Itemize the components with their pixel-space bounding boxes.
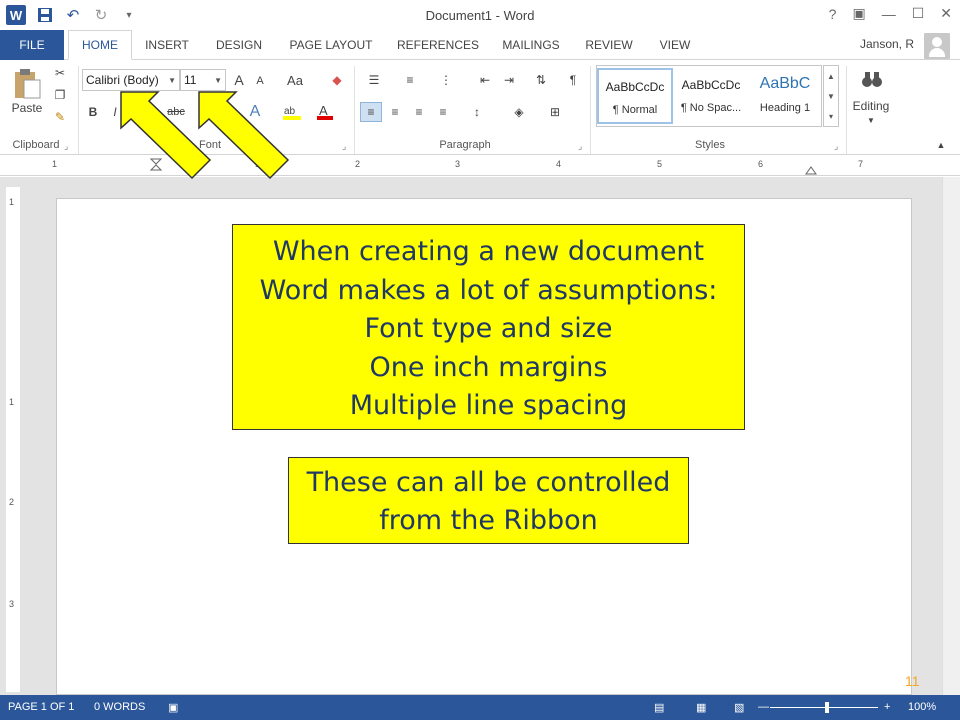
web-layout-icon[interactable]: ▧: [734, 701, 744, 714]
zoom-slider[interactable]: [770, 707, 878, 708]
word-count[interactable]: 0 WORDS: [94, 701, 145, 713]
zoom-out-icon[interactable]: —: [758, 701, 769, 713]
read-mode-icon[interactable]: ▤: [654, 701, 664, 714]
zoom-in-icon[interactable]: +: [884, 701, 890, 713]
arrow-to-font-name-icon: [120, 91, 212, 180]
print-layout-icon[interactable]: ▦: [696, 701, 706, 714]
arrow-to-font-size-icon: [198, 91, 290, 180]
status-bar: PAGE 1 OF 1 0 WORDS ▣ ▤ ▦ ▧ — + 100%: [0, 695, 960, 720]
annotation-arrows: [120, 91, 290, 180]
slide-number: 11: [905, 673, 920, 689]
zoom-level[interactable]: 100%: [908, 701, 936, 713]
page-count[interactable]: PAGE 1 OF 1: [8, 701, 74, 713]
zoom-slider-thumb[interactable]: [825, 702, 829, 713]
proofing-icon[interactable]: ▣: [168, 701, 178, 714]
